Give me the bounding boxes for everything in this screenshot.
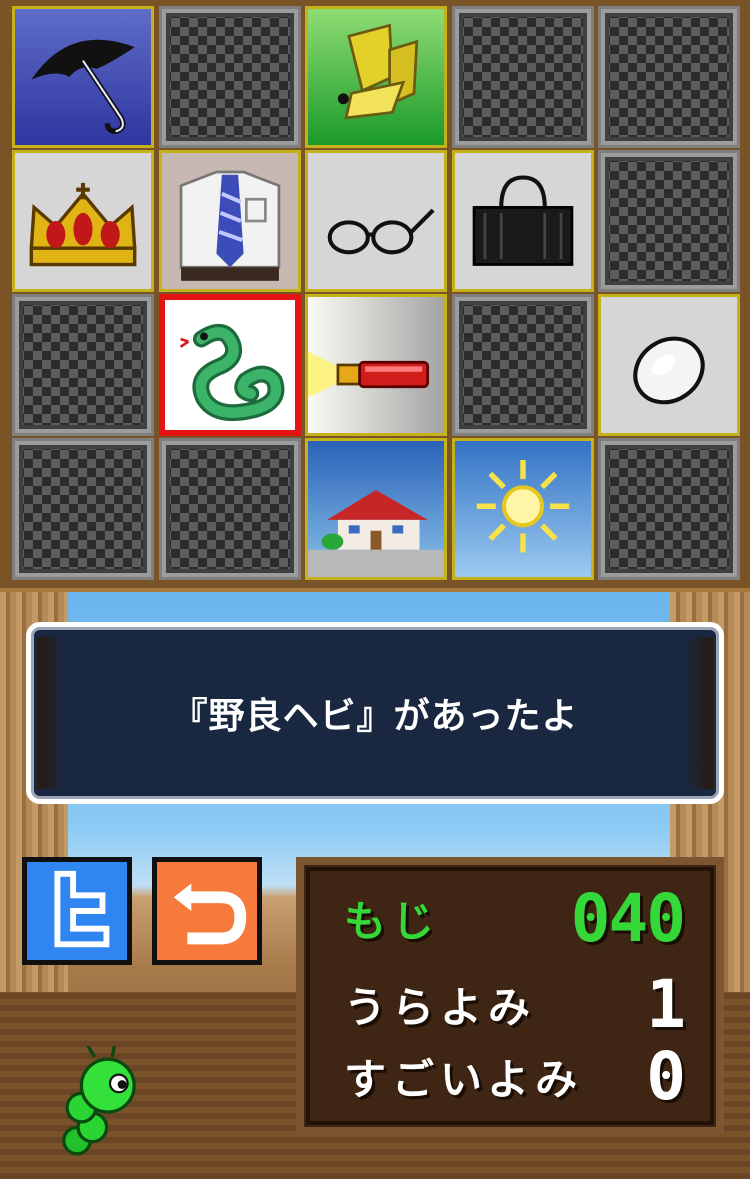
message-text: 『野良ヘビ』があったよ [171,696,579,737]
grid-cell-sun[interactable] [451,438,594,580]
back-button[interactable] [152,857,262,965]
bag-icon [472,175,573,266]
grid-cell-locked[interactable] [12,294,154,436]
grid-cell-house[interactable] [305,438,447,580]
snake-icon [179,323,284,422]
moth-icon [337,23,419,120]
item-grid [12,6,740,582]
urayomi-value: 1 [646,965,686,1043]
glasses-icon [327,208,435,255]
moji-label: もじ [344,896,441,946]
message-box: 『野良ヘビ』があったよ [26,622,724,804]
urayomi-label: うらよみ [344,982,537,1032]
stat-row-moji: もじ 040 [344,880,686,957]
house-icon [308,489,444,577]
mascot-caterpillar [44,1045,154,1156]
grid-cell-stray-snake[interactable] [158,294,301,436]
flashlight-icon [308,351,430,398]
twitter-share-button[interactable] [22,857,132,965]
umbrella-icon [31,39,135,135]
crown-icon [29,182,137,267]
egg-icon [633,336,705,405]
twitter-t-icon [54,870,110,948]
grid-cell-locked[interactable] [451,6,594,148]
grid-cell-locked[interactable] [158,6,301,148]
green-caterpillar-icon [62,1045,136,1156]
moji-value: 040 [570,879,686,957]
grid-cell-crown[interactable] [12,150,154,292]
return-arrow-icon [173,883,247,945]
item-grid-frame [0,0,750,592]
grid-cell-locked[interactable] [451,294,594,436]
grid-cell-umbrella[interactable] [12,6,154,148]
grid-cell-locked[interactable] [598,438,740,580]
stat-row-sugoiyomi: すごいよみ 0 [344,1038,686,1115]
grid-cell-glasses[interactable] [305,150,447,292]
sugoiyomi-value: 0 [646,1037,686,1115]
grid-cell-locked[interactable] [158,438,301,580]
grid-cell-locked[interactable] [598,150,740,292]
sun-icon [476,460,569,553]
grid-cell-egg[interactable] [598,294,740,436]
sugoiyomi-label: すごいよみ [344,1054,584,1104]
grid-cell-moth[interactable] [305,6,447,148]
stat-row-urayomi: うらよみ 1 [344,966,686,1043]
stats-panel: もじ 040 うらよみ 1 すごいよみ 0 [296,857,724,1135]
grid-cell-flashlight[interactable] [305,294,447,436]
grid-cell-locked[interactable] [12,438,154,580]
shirt-tie-icon [179,170,280,281]
grid-cell-shirt-tie[interactable] [158,150,301,292]
grid-cell-bag[interactable] [451,150,594,292]
grid-cell-locked[interactable] [598,6,740,148]
